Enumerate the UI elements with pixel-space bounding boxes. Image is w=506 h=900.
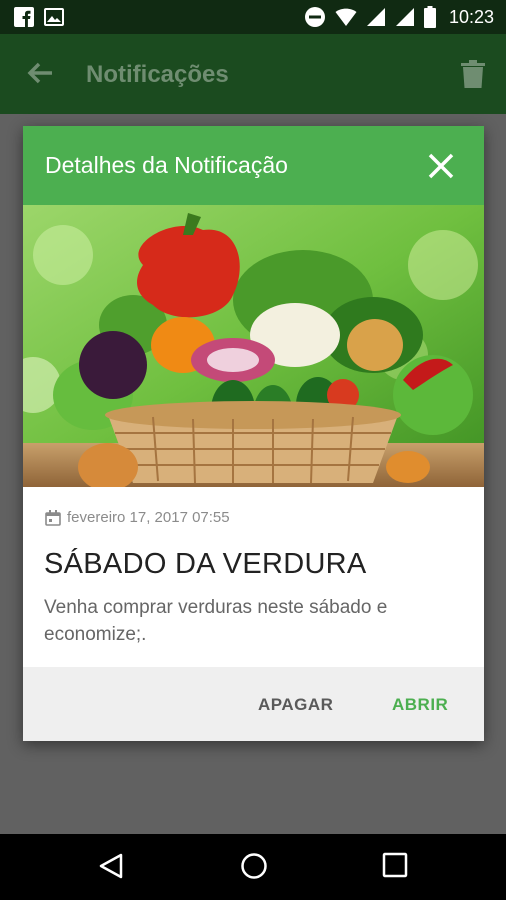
signal-icon [366,8,385,26]
system-nav-bar [0,834,506,900]
page-title: Notificações [86,61,229,88]
dialog-title: Detalhes da Notificação [45,152,288,178]
close-icon[interactable] [427,152,455,180]
clock: 10:23 [448,6,494,27]
do-not-disturb-icon [304,7,325,27]
wifi-icon [335,8,357,26]
calendar-icon [45,509,61,526]
nav-back-icon[interactable] [98,852,124,880]
notification-body: Venha comprar verduras neste sábado e ec… [44,597,388,645]
notification-details-dialog: Detalhes da Notificação fevereiro 17, 20… [23,126,484,741]
signal-icon-2 [395,8,414,26]
back-arrow-icon[interactable] [25,58,55,88]
notification-date: fevereiro 17, 2017 07:55 [67,509,230,526]
image-icon [44,8,64,26]
delete-button[interactable]: APAGAR [258,695,333,715]
vegetable-basket-image [23,205,484,487]
battery-icon [423,6,436,28]
nav-home-icon[interactable] [240,852,268,880]
notification-headline: SÁBADO DA VERDURA [44,548,367,580]
dialog-actions: APAGAR ABRIR [23,667,484,741]
notification-meta: fevereiro 17, 2017 07:55 [45,509,230,526]
status-bar: 10:23 [0,0,506,34]
open-button[interactable]: ABRIR [392,695,448,715]
app-bar [0,34,506,114]
dialog-header: Detalhes da Notificação [23,126,484,205]
trash-icon[interactable] [461,60,485,88]
facebook-icon [14,7,34,27]
nav-recents-icon[interactable] [382,852,408,878]
